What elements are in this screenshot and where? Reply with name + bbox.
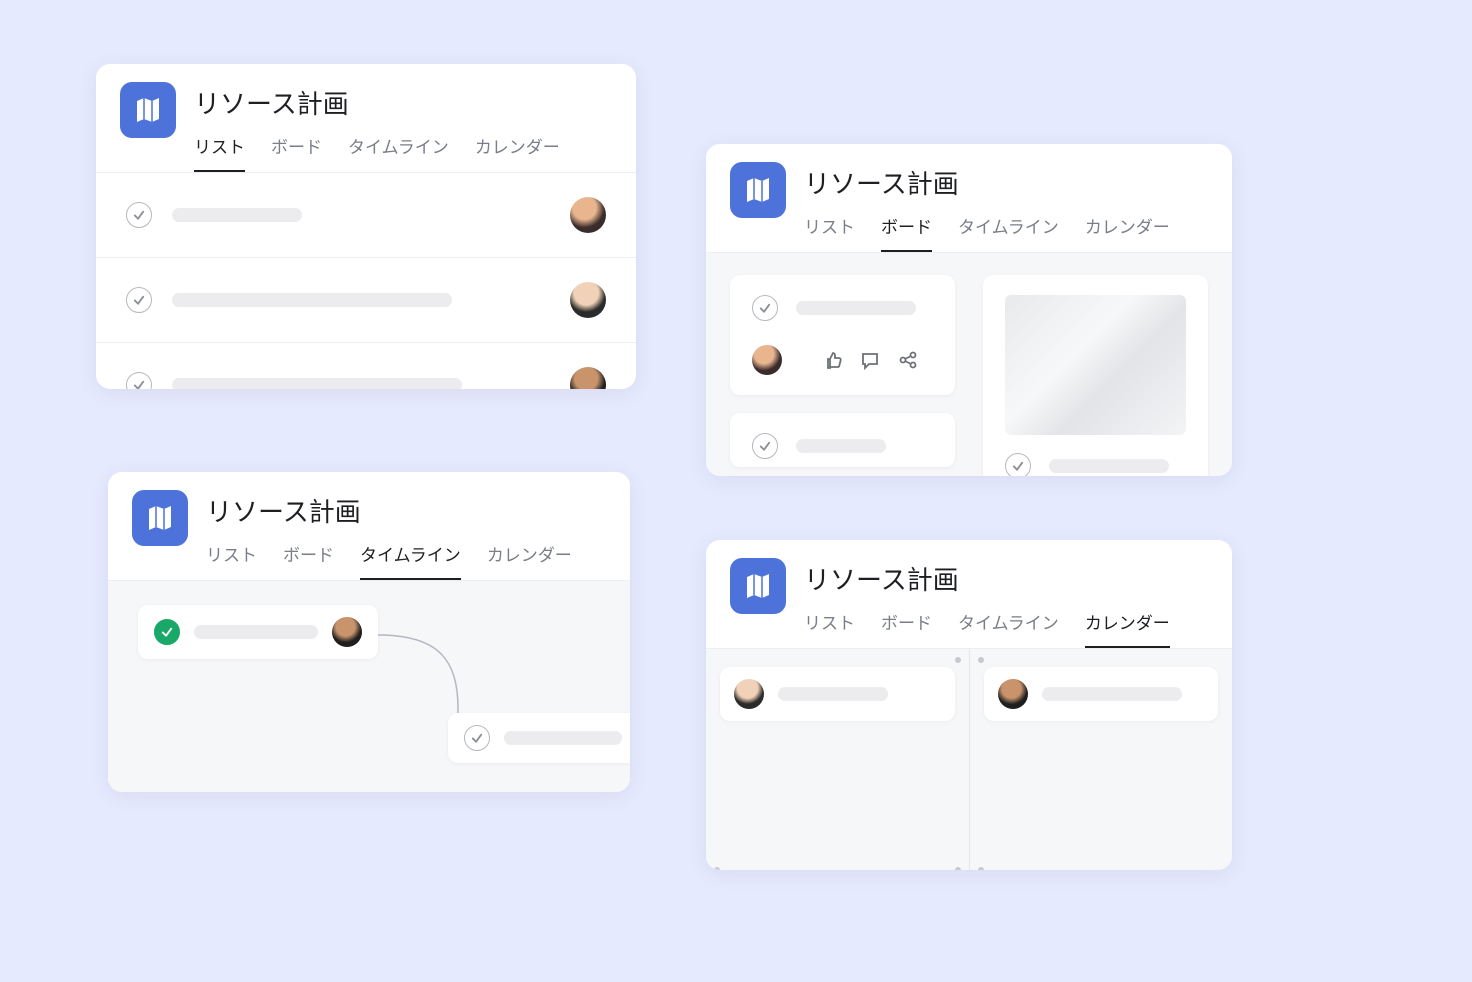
map-icon xyxy=(120,82,176,138)
speech-bubble-icon[interactable] xyxy=(860,350,880,370)
page-title: リソース計画 xyxy=(804,560,1208,597)
check-icon[interactable] xyxy=(464,725,490,751)
tab-timeline[interactable]: タイムライン xyxy=(360,533,461,580)
list-item[interactable] xyxy=(96,343,636,389)
panel-header: リソース計画 リスト ボード タイムライン カレンダー xyxy=(706,540,1232,649)
tab-list[interactable]: リスト xyxy=(804,601,855,648)
tab-board[interactable]: ボード xyxy=(881,205,932,252)
panel-header: リソース計画 リスト ボード タイムライン カレンダー xyxy=(108,472,630,581)
page-title: リソース計画 xyxy=(804,164,1208,201)
list-item[interactable] xyxy=(96,258,636,343)
timeline-view-panel: リソース計画 リスト ボード タイムライン カレンダー xyxy=(108,472,630,792)
tab-board[interactable]: ボード xyxy=(283,533,334,580)
list-view-panel: リソース計画 リスト ボード タイムライン カレンダー xyxy=(96,64,636,389)
calendar-view-panel: リソース計画 リスト ボード タイムライン カレンダー xyxy=(706,540,1232,870)
check-icon[interactable] xyxy=(126,287,152,313)
timeline-task[interactable] xyxy=(138,605,378,659)
check-icon[interactable] xyxy=(752,295,778,321)
board-column xyxy=(983,275,1208,476)
board-card[interactable] xyxy=(730,413,955,467)
check-icon[interactable] xyxy=(126,202,152,228)
map-icon xyxy=(730,162,786,218)
board-view-panel: リソース計画 リスト ボード タイムライン カレンダー xyxy=(706,144,1232,476)
tab-list[interactable]: リスト xyxy=(194,125,245,172)
check-icon[interactable] xyxy=(126,372,152,389)
page-title: リソース計画 xyxy=(194,84,612,121)
calendar-body xyxy=(706,649,1232,870)
check-icon[interactable] xyxy=(1005,453,1031,476)
tab-bar: リスト ボード タイムライン カレンダー xyxy=(804,205,1208,252)
day-indicator-dot xyxy=(714,867,720,870)
panel-header: リソース計画 リスト ボード タイムライン カレンダー xyxy=(706,144,1232,253)
day-indicator-dot xyxy=(978,867,984,870)
calendar-day-column xyxy=(969,649,1233,870)
task-title-placeholder xyxy=(1042,687,1182,701)
avatar[interactable] xyxy=(570,197,606,233)
tab-calendar[interactable]: カレンダー xyxy=(1085,205,1170,252)
board-body xyxy=(706,253,1232,476)
card-cover-image xyxy=(1005,295,1186,435)
tab-bar: リスト ボード タイムライン カレンダー xyxy=(194,125,612,172)
tab-calendar[interactable]: カレンダー xyxy=(475,125,560,172)
map-icon xyxy=(730,558,786,614)
tab-board[interactable]: ボード xyxy=(881,601,932,648)
board-column xyxy=(730,275,955,476)
task-title-placeholder xyxy=(796,301,916,315)
day-indicator-dot xyxy=(978,657,984,663)
tab-board[interactable]: ボード xyxy=(271,125,322,172)
calendar-day-column xyxy=(706,649,969,870)
page-title: リソース計画 xyxy=(206,492,606,529)
task-title-placeholder xyxy=(1049,459,1169,473)
avatar[interactable] xyxy=(734,679,764,709)
check-icon[interactable] xyxy=(154,619,180,645)
task-title-placeholder xyxy=(778,687,888,701)
avatar[interactable] xyxy=(752,345,782,375)
list-item[interactable] xyxy=(96,173,636,258)
board-card[interactable] xyxy=(730,275,955,395)
board-card[interactable] xyxy=(983,275,1208,476)
share-icon[interactable] xyxy=(898,350,918,370)
task-title-placeholder xyxy=(172,208,302,222)
task-title-placeholder xyxy=(796,439,886,453)
avatar[interactable] xyxy=(570,367,606,389)
task-title-placeholder xyxy=(172,293,452,307)
tab-list[interactable]: リスト xyxy=(804,205,855,252)
avatar[interactable] xyxy=(998,679,1028,709)
tab-timeline[interactable]: タイムライン xyxy=(958,601,1059,648)
day-indicator-dot xyxy=(955,867,961,870)
tab-timeline[interactable]: タイムライン xyxy=(958,205,1059,252)
task-title-placeholder xyxy=(504,731,622,745)
tab-bar: リスト ボード タイムライン カレンダー xyxy=(206,533,606,580)
calendar-task[interactable] xyxy=(720,667,955,721)
list-body xyxy=(96,173,636,389)
avatar[interactable] xyxy=(332,617,362,647)
check-icon[interactable] xyxy=(752,433,778,459)
task-title-placeholder xyxy=(172,378,462,389)
day-indicator-dot xyxy=(955,657,961,663)
thumbs-up-icon[interactable] xyxy=(822,350,842,370)
panel-header: リソース計画 リスト ボード タイムライン カレンダー xyxy=(96,64,636,173)
timeline-task[interactable] xyxy=(448,713,630,763)
map-icon xyxy=(132,490,188,546)
task-title-placeholder xyxy=(194,625,318,639)
calendar-task[interactable] xyxy=(984,667,1219,721)
tab-calendar[interactable]: カレンダー xyxy=(1085,601,1170,648)
tab-calendar[interactable]: カレンダー xyxy=(487,533,572,580)
tab-bar: リスト ボード タイムライン カレンダー xyxy=(804,601,1208,648)
timeline-body xyxy=(108,581,630,792)
tab-timeline[interactable]: タイムライン xyxy=(348,125,449,172)
tab-list[interactable]: リスト xyxy=(206,533,257,580)
avatar[interactable] xyxy=(570,282,606,318)
